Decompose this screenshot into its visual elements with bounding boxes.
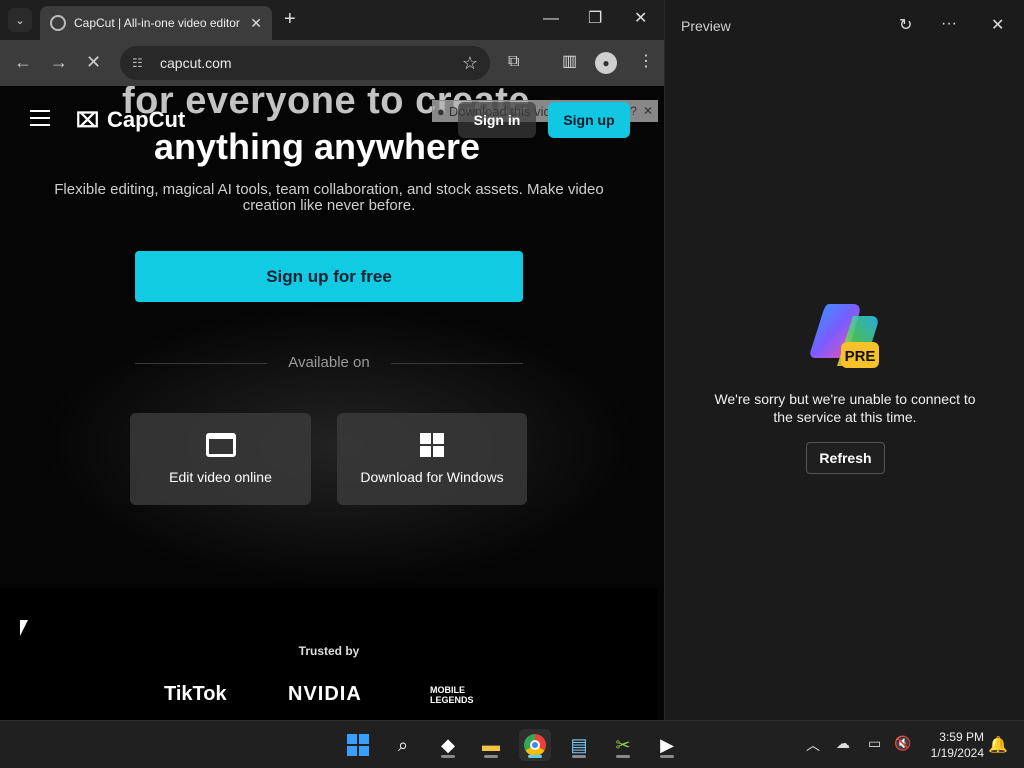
divider-left: [135, 363, 267, 364]
error-message: We're sorry but we're unable to connect …: [714, 391, 976, 425]
capcut-page: for everyone to create anything anywhere…: [0, 86, 664, 720]
capcut-logo-text: CapCut: [107, 107, 186, 132]
window-close-button[interactable]: ✕: [634, 11, 647, 27]
trusted-by-label: Trusted by: [298, 644, 360, 658]
windows-start-icon[interactable]: [342, 729, 374, 761]
sign-up-button[interactable]: Sign up: [548, 102, 630, 138]
restore-button[interactable]: ❐: [588, 11, 602, 27]
chrome-icon[interactable]: [519, 729, 551, 761]
tiktok-logo: TikTok: [164, 683, 227, 705]
capcut-mark-icon: ⌧: [76, 109, 100, 132]
back-icon[interactable]: ←: [14, 53, 32, 71]
notification-bell-icon[interactable]: 🔔: [988, 735, 1008, 755]
clock-date: 1/19/2024: [930, 746, 984, 760]
divider-right: [391, 363, 523, 364]
available-on-label: Available on: [288, 354, 370, 371]
search-icon[interactable]: ⌕: [387, 729, 419, 761]
hero-tagline: Flexible editing, magical AI tools, team…: [54, 181, 604, 214]
pre-badge: PRE: [845, 348, 876, 365]
nvidia-logo: NVIDIA: [288, 683, 362, 705]
sign-in-button[interactable]: Sign in: [458, 102, 536, 138]
overlay-close-icon[interactable]: ✕: [643, 104, 653, 118]
browser-toolbar: ← → ✕ ☷ capcut.com ☆ ⧉ ▥ ● ⋮: [0, 40, 664, 86]
edit-video-online-label: Edit video online: [169, 469, 272, 485]
new-tab-button[interactable]: +: [284, 9, 296, 29]
desktop-screen: ⌄ CapCut | All-in-one video editor ✕ + —…: [0, 0, 1024, 768]
download-for-windows-card[interactable]: Download for Windows: [337, 413, 527, 505]
more-options-icon[interactable]: ···: [941, 15, 957, 33]
help-icon[interactable]: ?: [630, 104, 637, 118]
download-for-windows-label: Download for Windows: [360, 469, 504, 485]
tab-strip: ⌄ CapCut | All-in-one video editor ✕ + —…: [0, 0, 664, 40]
mobile-legends-logo: MOBILE LEGENDS: [430, 685, 474, 705]
capcut-logo[interactable]: ⌧ CapCut: [76, 107, 185, 133]
extensions-icon[interactable]: ⧉: [508, 53, 519, 71]
network-icon[interactable]: ▭: [868, 735, 881, 752]
mouse-cursor-icon: [20, 620, 28, 636]
preview-title: Preview: [681, 18, 731, 34]
refresh-button[interactable]: Refresh: [806, 442, 885, 474]
minimize-button[interactable]: —: [543, 11, 559, 27]
reload-icon[interactable]: ↻: [899, 15, 912, 35]
clock[interactable]: 3:59 PM 1/19/2024: [922, 729, 984, 761]
preview-close-icon[interactable]: ✕: [991, 15, 1004, 35]
chevron-up-icon[interactable]: ︿: [806, 735, 820, 755]
capcut-favicon-icon: [50, 15, 66, 31]
forward-icon[interactable]: →: [50, 53, 68, 71]
tab-search-icon[interactable]: ⌄: [8, 8, 32, 32]
edit-video-online-card[interactable]: Edit video online: [130, 413, 311, 505]
snipping-icon[interactable]: ✂: [607, 729, 639, 761]
browser-tab[interactable]: CapCut | All-in-one video editor ✕: [40, 6, 272, 40]
clock-time: 3:59 PM: [939, 730, 984, 744]
tab-close-icon[interactable]: ✕: [250, 15, 262, 32]
media-player-icon[interactable]: ▶: [651, 729, 683, 761]
stop-icon[interactable]: ✕: [86, 53, 101, 71]
taskbar: ⌕ ◆ ▬ ▤ ✂ ▶ ︿ ☁ ▭ 🔇 3:59 PM 1/19/2024 🔔: [0, 720, 1024, 768]
file-explorer-icon[interactable]: ▬: [475, 729, 507, 761]
tab-title: CapCut | All-in-one video editor: [74, 16, 240, 30]
windows-logo-icon: [420, 433, 444, 457]
star-icon[interactable]: ☆: [462, 53, 478, 74]
volume-muted-icon[interactable]: 🔇: [894, 735, 911, 752]
site-info-icon[interactable]: ☷: [132, 56, 150, 70]
onedrive-icon[interactable]: ☁: [836, 735, 850, 752]
menu-icon[interactable]: ⋮: [638, 53, 654, 71]
preview-panel: Preview ↻ ··· ✕ PRE We're sorry but we'r…: [664, 0, 1024, 720]
side-panel-icon[interactable]: ▥: [562, 53, 577, 71]
browser-window: ⌄ CapCut | All-in-one video editor ✕ + —…: [0, 0, 664, 720]
capcut-header: ⌧ CapCut ● Download this video ? ✕ Sign …: [0, 98, 664, 142]
browser-window-icon: [205, 433, 236, 457]
sign-up-free-button[interactable]: Sign up for free: [135, 251, 523, 302]
copilot-logo-icon: PRE: [810, 304, 879, 368]
notepad-icon[interactable]: ▤: [563, 729, 595, 761]
copilot-icon[interactable]: ◆: [432, 729, 464, 761]
trusted-by-section: Trusted by TikTok NVIDIA MOBILE LEGENDS: [0, 588, 658, 720]
download-icon: ●: [437, 103, 445, 119]
address-bar[interactable]: ☷ capcut.com ☆: [120, 46, 490, 80]
url-text[interactable]: capcut.com: [160, 55, 462, 71]
profile-icon[interactable]: ●: [595, 52, 617, 74]
hamburger-menu-icon[interactable]: [30, 110, 50, 126]
